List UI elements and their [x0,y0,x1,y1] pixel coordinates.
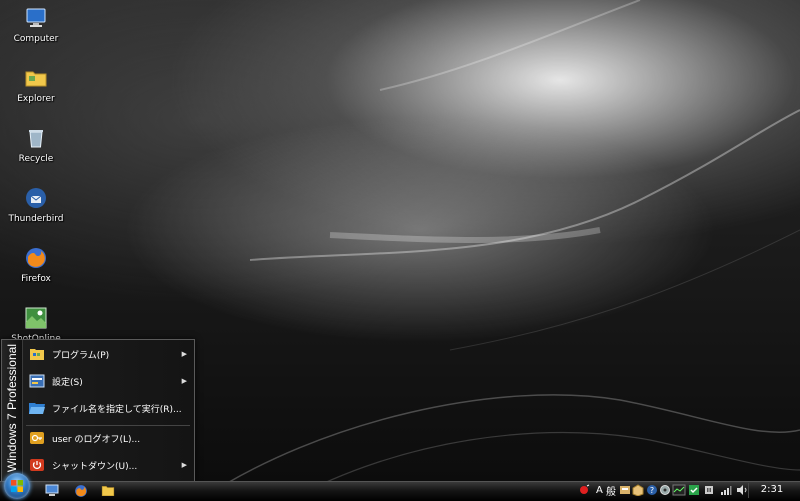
quicklaunch-explorer[interactable] [100,483,116,498]
settings-icon [28,373,46,389]
desktop-icon-label: Computer [13,34,59,44]
folder-icon [101,486,115,497]
recycle-bin-icon [22,124,50,152]
svg-text:?: ? [650,486,654,495]
shotonline-icon [22,304,50,332]
ime-input-label: 般 [606,486,616,498]
logoff-key-icon [28,430,46,446]
tray-help-icon[interactable]: ? [646,483,658,497]
menu-item-label: 設定(S) [52,377,83,388]
menu-item-run[interactable]: ファイル名を指定して実行(R)... [24,396,192,420]
submenu-arrow-icon: ▶ [181,377,187,385]
firefox-icon [75,484,87,497]
folder-icon [22,64,50,92]
windows-logo-icon [11,480,23,492]
tray-box-icon[interactable] [632,483,644,497]
menu-item-programs[interactable]: プログラム(P) ▶ [24,342,192,366]
programs-icon [28,346,46,362]
desktop-icon-explorer[interactable]: Explorer [6,64,66,120]
ime-mode-label: A [596,484,603,496]
start-button[interactable] [4,473,30,499]
menu-item-label: user のログオフ(L)... [52,434,141,445]
desktop-icon-label: Explorer [17,94,55,104]
tray-ime-tools-icon[interactable] [619,483,631,497]
tray-network-monitor-icon[interactable] [672,483,686,497]
quicklaunch-firefox[interactable] [73,483,89,498]
tray-sync-icon[interactable] [688,483,700,497]
desktop-icon-recycle[interactable]: Recycle [6,124,66,180]
ime-input-indicator[interactable]: 般 [606,483,616,498]
menu-item-label: シャットダウン(U)... [52,461,138,472]
tray-settings-icon[interactable] [659,483,671,497]
menu-item-shutdown[interactable]: シャットダウン(U)... ▶ [24,453,192,477]
desktop-icon-thunderbird[interactable]: Thunderbird [6,184,66,240]
desktop-icon-label: Recycle [18,154,54,164]
start-menu: Windows 7 Professional プログラム(P) ▶ 設定(S) … [1,339,195,483]
shutdown-icon [28,457,46,473]
menu-item-settings[interactable]: 設定(S) ▶ [24,369,192,393]
menu-item-label: プログラム(P) [52,350,110,361]
submenu-arrow-icon: ▶ [181,461,187,469]
menu-item-logoff[interactable]: user のログオフ(L)... [24,426,192,450]
desktop-icon [45,484,59,496]
start-menu-side-title: Windows 7 Professional [5,343,19,472]
run-icon [28,400,46,416]
menu-item-label: ファイル名を指定して実行(R)... [52,404,182,415]
start-menu-side-band: Windows 7 Professional [2,340,23,482]
taskbar-clock[interactable]: 2:31 [752,484,792,495]
desktop-icon-firefox[interactable]: Firefox [6,244,66,300]
firefox-icon [22,244,50,272]
desktop-icon-computer[interactable]: Computer [6,4,66,60]
quicklaunch-show-desktop[interactable] [44,483,60,498]
tray-divider [748,483,749,498]
tray-usb-icon[interactable] [703,483,715,497]
desktop-icon-label: Thunderbird [8,214,64,224]
thunderbird-icon [22,184,50,212]
computer-icon [22,4,50,32]
ime-mode-indicator[interactable]: A [596,483,603,497]
submenu-arrow-icon: ▶ [181,350,187,358]
volume-icon[interactable] [736,483,748,497]
tray-alert-icon[interactable] [578,483,590,497]
network-signal-icon[interactable] [720,483,732,497]
desktop-icon-label: Firefox [21,274,51,284]
